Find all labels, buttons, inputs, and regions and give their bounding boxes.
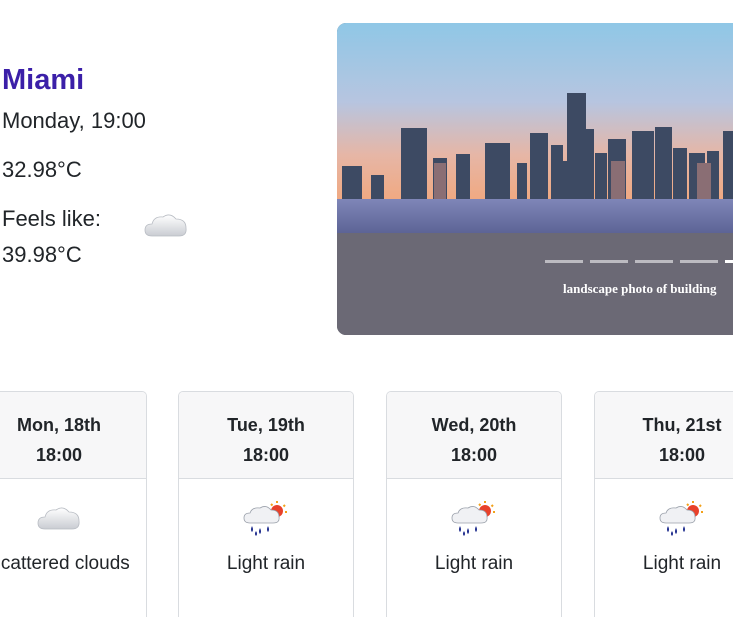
forecast-date: Tue, 19th xyxy=(227,415,305,435)
forecast-card: Mon, 18th 18:00 Scattered clouds xyxy=(0,391,147,617)
sun-rain-cloud-icon xyxy=(659,501,703,536)
forecast-time: 18:00 xyxy=(35,445,83,465)
forecast-card-header: Wed, 20th 18:00 xyxy=(387,392,561,479)
forecast-description: Light rain xyxy=(434,553,514,574)
feels-like-value: 39.98°C xyxy=(2,242,82,267)
forecast-card: Tue, 19th 18:00 Light rain xyxy=(178,391,354,617)
sun-rain-cloud-icon xyxy=(243,501,287,536)
forecast-date: Mon, 18th xyxy=(17,415,101,435)
current-temperature: 32.98°C xyxy=(2,157,82,182)
forecast-card-header: Tue, 19th 18:00 xyxy=(179,392,353,479)
forecast-time: 18:00 xyxy=(242,445,290,465)
forecast-description: Scattered clouds xyxy=(0,553,130,574)
forecast-card: Thu, 21st 18:00 Light rain xyxy=(594,391,733,617)
forecast-card-header: Thu, 21st 18:00 xyxy=(595,392,733,479)
weather-page: Miami Monday, 19:00 32.98°C Feels like: … xyxy=(0,0,733,617)
cloud-icon xyxy=(37,507,80,530)
forecast-card-header: Mon, 18th 18:00 xyxy=(0,392,146,479)
carousel-indicator[interactable] xyxy=(590,260,628,263)
feels-like-label: Feels like: xyxy=(2,206,102,231)
carousel-caption: landscape photo of building xyxy=(563,281,717,296)
forecast-time: 18:00 xyxy=(450,445,498,465)
forecast-card: Wed, 20th 18:00 Light rain xyxy=(386,391,562,617)
forecast-description: Light rain xyxy=(642,553,722,574)
carousel-indicator[interactable] xyxy=(545,260,583,263)
forecast-date: Thu, 21st xyxy=(642,415,722,435)
image-carousel[interactable]: landscape photo of building xyxy=(337,23,733,335)
carousel-indicator[interactable] xyxy=(680,260,718,263)
forecast-time: 18:00 xyxy=(658,445,706,465)
current-datetime: Monday, 19:00 xyxy=(2,108,146,133)
city-name: Miami xyxy=(2,64,85,96)
carousel-indicator[interactable] xyxy=(635,260,673,263)
carousel-indicator-active[interactable] xyxy=(725,260,733,263)
sun-rain-cloud-icon xyxy=(451,501,495,536)
forecast-date: Wed, 20th xyxy=(431,415,517,435)
forecast-description: Light rain xyxy=(226,553,306,574)
cloud-icon xyxy=(144,214,187,237)
carousel-indicators xyxy=(545,260,733,263)
